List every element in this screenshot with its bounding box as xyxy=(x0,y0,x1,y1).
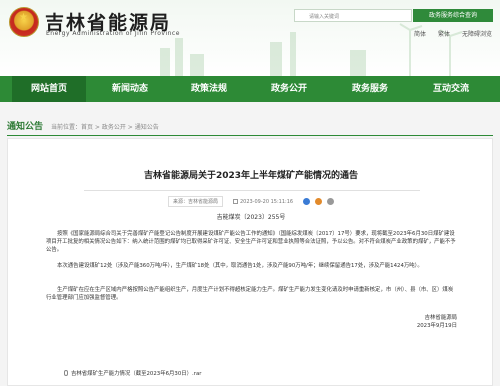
font-medium-icon[interactable] xyxy=(315,198,323,205)
site-subtitle: Energy Administration of Jilin Province xyxy=(46,30,180,37)
article-card: 吉林省能源局关于2023年上半年煤矿产能情况的通告 来源：吉林省能源局 2023… xyxy=(7,138,493,386)
nav-news[interactable]: 新闻动态 xyxy=(93,76,167,102)
nav-policy[interactable]: 政策法规 xyxy=(172,76,246,102)
nav-home[interactable]: 网站首页 xyxy=(12,76,86,102)
calendar-icon xyxy=(232,198,238,204)
article-title: 吉林省能源局关于2023年上半年煤矿产能情况的通告 xyxy=(143,171,359,181)
article-source: 来源：吉林省能源局 xyxy=(167,196,223,207)
article-paragraph-2: 本次通告建设煤矿12处（涉及产能360万吨/年），生产煤矿18处（其中，取消通告… xyxy=(57,263,423,269)
top-links: 简体 繁体 无障碍浏览 xyxy=(414,29,492,38)
attachment-name[interactable]: 吉林省煤矿生产能力情况（截至2023年6月30日）.rar xyxy=(71,371,202,377)
search-button[interactable]: 政务服务综合查询 xyxy=(413,9,493,22)
attachment-link[interactable]: 吉林省煤矿生产能力情况（截至2023年6月30日）.rar xyxy=(64,369,202,377)
article-paragraph-1: 按照《国家能源局综合司关于完善煤矿产能登记公告制度开展建设煤矿产能公告工作的通知… xyxy=(46,231,456,253)
section-title: 通知公告 xyxy=(7,122,44,132)
divider xyxy=(7,135,493,136)
nav-service[interactable]: 政务服务 xyxy=(333,76,407,102)
nav-interaction[interactable]: 互动交流 xyxy=(414,76,488,102)
article-meta: 来源：吉林省能源局 2023-09-20 15:11:16 xyxy=(8,196,494,207)
national-emblem: ★ xyxy=(9,7,39,37)
breadcrumb-path[interactable]: 当前位置：首页 > 政务公开 > 通知公告 xyxy=(51,122,159,131)
article-paragraph-3: 生产煤矿在应在生产区域内严格按照公告产能组织生产，月度生产计划不得超核定能力生产… xyxy=(46,287,454,301)
font-small-icon[interactable] xyxy=(327,198,335,205)
article-date: 2023-09-20 15:11:16 xyxy=(239,198,294,205)
site-header: ★ 吉林省能源局 Energy Administration of Jilin … xyxy=(0,0,500,76)
sign-date: 2023年9月19日 xyxy=(416,323,457,329)
meta-divider xyxy=(84,190,420,191)
article-date-wrap: 2023-09-20 15:11:16 xyxy=(232,198,294,205)
link-accessibility[interactable]: 无障碍浏览 xyxy=(462,29,492,38)
font-size-tools xyxy=(303,198,335,205)
signature: 吉林省能源局 xyxy=(424,315,457,321)
main-nav: 网站首页 新闻动态 政策法规 政务公开 政务服务 互动交流 xyxy=(0,76,500,102)
link-simplified[interactable]: 简体 xyxy=(414,29,426,38)
font-large-icon[interactable] xyxy=(303,198,311,205)
nav-gov-affairs[interactable]: 政务公开 xyxy=(252,76,326,102)
breadcrumb: 通知公告 当前位置：首页 > 政务公开 > 通知公告 xyxy=(7,119,159,132)
paperclip-icon xyxy=(64,370,68,376)
search-input[interactable]: 请输入关键词 xyxy=(294,9,412,22)
link-traditional[interactable]: 繁体 xyxy=(438,29,450,38)
document-number: 吉能煤炭〔2023〕255号 xyxy=(216,214,286,221)
